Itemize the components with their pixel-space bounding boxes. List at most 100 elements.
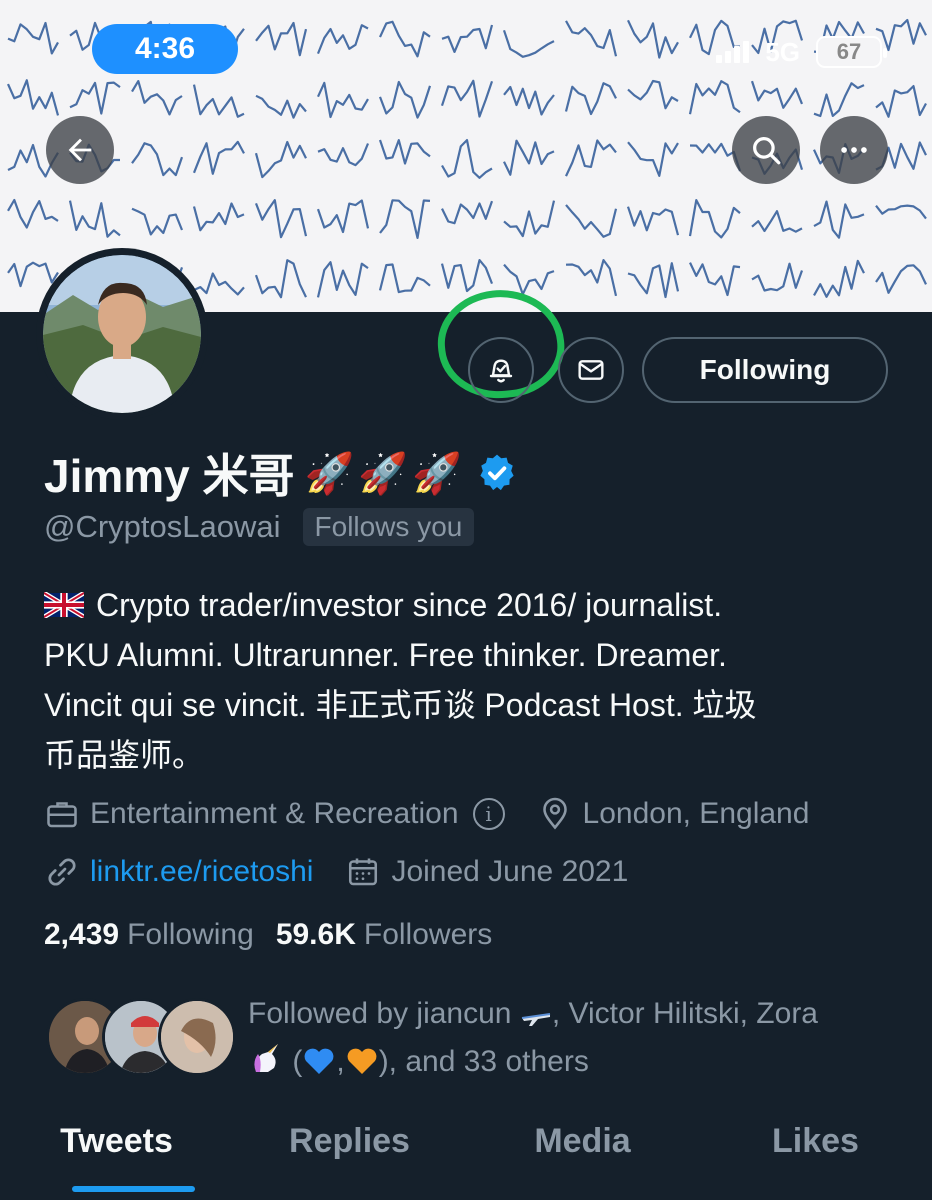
banner-sparkline — [875, 264, 927, 294]
banner-sparkline — [192, 140, 245, 175]
more-icon — [841, 147, 867, 153]
banner-sparkline — [69, 81, 121, 115]
tab-tweets[interactable]: Tweets — [0, 1108, 233, 1200]
banner-sparkline — [255, 21, 308, 57]
bio: Crypto trader/investor since 2016/ journ… — [44, 580, 894, 780]
notifications-button[interactable] — [468, 337, 534, 403]
banner-sparkline — [813, 259, 865, 298]
bio-line-4: 币品鉴师。 — [44, 737, 205, 773]
bio-line-1: Crypto trader/investor since 2016/ journ… — [44, 580, 894, 630]
following-label: Following — [127, 918, 254, 951]
banner-sparkline — [627, 141, 679, 177]
rocket-emojis: 🚀🚀🚀 — [304, 451, 466, 496]
link-icon — [48, 858, 76, 886]
banner-sparkline — [6, 79, 60, 116]
location-text: London, England — [582, 797, 810, 830]
followed-by-part-3: ( — [292, 1045, 303, 1078]
airplane-emoji-icon — [521, 1013, 550, 1026]
banner-sparkline — [379, 199, 431, 239]
followers-count: 59.6K — [275, 918, 356, 951]
banner-sparkline — [192, 202, 245, 232]
banner-sparkline — [751, 210, 803, 233]
banner-sparkline — [316, 24, 369, 55]
banner-sparkline — [316, 81, 369, 119]
banner-sparkline — [317, 143, 370, 167]
tab-likes[interactable]: Likes — [699, 1108, 932, 1200]
mutual-avatar-3 — [158, 998, 236, 1076]
more-button[interactable] — [820, 116, 888, 184]
search-icon — [753, 137, 781, 165]
banner-sparkline — [750, 80, 804, 109]
banner-sparkline — [131, 142, 184, 177]
banner-sparkline — [813, 200, 865, 239]
profile-meta-row-2: linktr.ee/ricetoshi Joined June 2021 — [44, 854, 660, 890]
profile-name-row: Jimmy 米哥 🚀🚀🚀 — [44, 440, 518, 506]
mutual-followers-avatars[interactable] — [46, 998, 236, 1078]
bio-line-2: PKU Alumni. Ultrarunner. Free thinker. D… — [44, 637, 727, 673]
banner-sparkline — [7, 21, 59, 55]
calendar-icon — [349, 858, 378, 886]
unicorn-emoji-icon — [254, 1044, 278, 1072]
verified-badge-icon — [480, 454, 514, 491]
handle: @CryptosLaowai — [44, 509, 281, 544]
banner-sparkline — [813, 82, 865, 118]
banner-sparkline — [441, 24, 494, 53]
banner-sparkline — [379, 20, 431, 58]
followed-by-part-2: , Victor Hilitski, Zora — [551, 997, 818, 1030]
banner-sparkline — [503, 263, 555, 296]
briefcase-icon — [47, 802, 77, 828]
website-item: linktr.ee/ricetoshi — [44, 854, 313, 890]
banner-sparkline — [131, 80, 183, 116]
uk-flag-icon — [44, 592, 84, 618]
banner-sparkline — [255, 94, 307, 119]
followed-by-text[interactable]: Followed by jiancun , Victor Hilitski, Z… — [248, 990, 908, 1086]
website-link[interactable]: linktr.ee/ricetoshi — [90, 855, 313, 889]
banner-sparkline — [875, 204, 927, 220]
info-icon[interactable]: i — [472, 798, 505, 830]
tab-replies[interactable]: Replies — [233, 1108, 466, 1200]
following-button[interactable]: Following — [642, 337, 888, 403]
battery-icon: 67 — [816, 36, 887, 68]
search-button[interactable] — [732, 116, 800, 184]
banner-sparkline — [378, 139, 431, 165]
followers-stat[interactable]: 59.6K Followers — [276, 918, 492, 952]
message-button[interactable] — [558, 337, 624, 403]
follows-you-badge: Follows you — [302, 508, 475, 546]
tab-media[interactable]: Media — [466, 1108, 699, 1200]
banner-sparkline — [192, 84, 245, 118]
banner-sparkline — [440, 259, 494, 293]
banner-sparkline — [627, 79, 679, 110]
bio-text-1: Crypto trader/investor since 2016/ journ… — [96, 587, 723, 623]
banner-sparkline — [131, 207, 184, 236]
avatar[interactable] — [36, 248, 208, 420]
network-type: 5G — [765, 36, 800, 67]
banner-sparkline — [565, 20, 618, 57]
location-pin-icon — [542, 797, 567, 830]
followed-by-part-4: , — [336, 1045, 345, 1078]
banner-sparkline — [316, 261, 369, 298]
banner-sparkline — [875, 18, 927, 52]
banner-sparkline — [626, 206, 680, 236]
banner-sparkline — [193, 272, 245, 296]
banner-sparkline — [254, 199, 308, 239]
back-button[interactable] — [46, 116, 114, 184]
banner-sparkline — [689, 262, 741, 297]
banner-sparkline — [378, 80, 432, 119]
battery-level: 67 — [836, 39, 862, 64]
handle-row: @CryptosLaowai Follows you — [44, 508, 475, 546]
back-arrow-icon — [68, 138, 92, 162]
display-name: Jimmy 米哥 — [44, 450, 295, 502]
banner-sparkline — [502, 29, 555, 58]
following-count: 2,439 — [44, 918, 120, 951]
followers-label: Followers — [363, 918, 493, 951]
banner-sparkline — [688, 80, 741, 115]
banner-sparkline — [316, 199, 370, 234]
banner-sparkline — [627, 262, 680, 299]
avatar-photo — [43, 255, 201, 413]
bell-check-icon — [489, 359, 513, 383]
banner-sparkline — [7, 261, 59, 288]
followed-by-part-1: Followed by jiancun — [248, 997, 512, 1030]
following-stat[interactable]: 2,439 Following — [44, 918, 254, 952]
banner-sparkline — [688, 199, 741, 239]
banner-sparkline — [68, 200, 121, 238]
